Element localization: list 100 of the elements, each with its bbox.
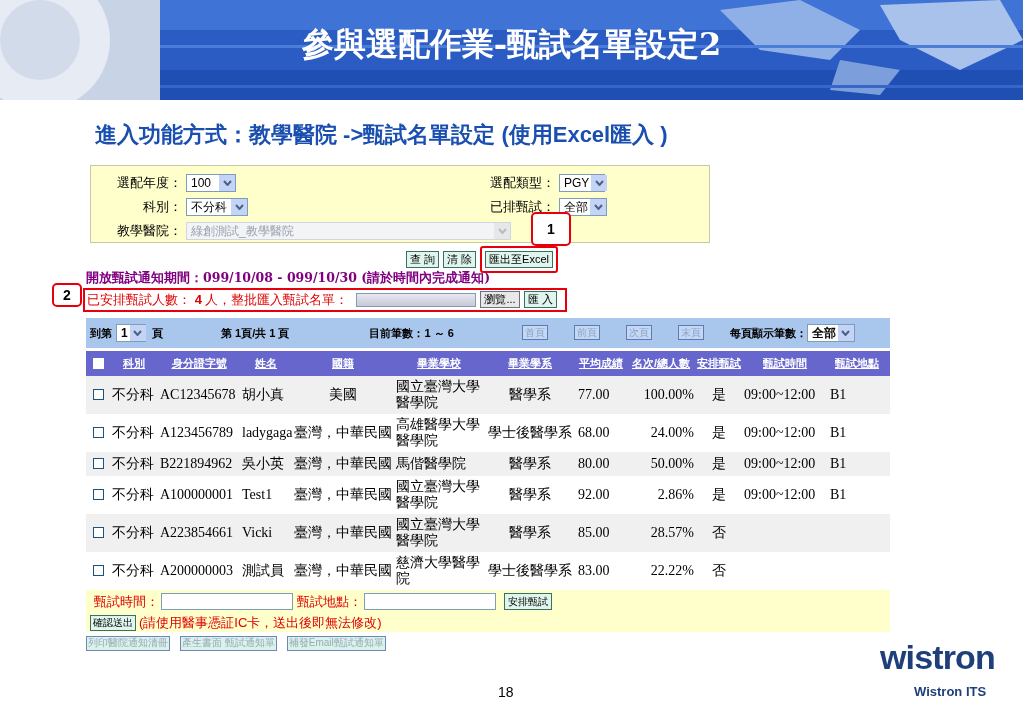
caret-icon[interactable] — [234, 204, 244, 210]
dropdown[interactable]: 100 — [186, 174, 236, 192]
table-cell: 否 — [712, 524, 726, 540]
dropdown[interactable]: 全部 — [806, 323, 855, 342]
table-cell: A100000001 — [160, 486, 234, 502]
column-header[interactable]: 畢業學系 — [508, 357, 552, 370]
table-cell: B1 — [830, 386, 847, 402]
column-header[interactable]: 科別 — [123, 357, 145, 370]
table-cell: 醫學系 — [509, 455, 551, 471]
table-row[interactable]: 不分科 AC12345678 胡小真 美國 國立臺灣大學醫學院 醫學系 77.00 100.00% 是 09:00~12:00 B1 — [86, 375, 890, 414]
column-header[interactable]: 姓名 — [255, 357, 277, 370]
import-label: 已安排甄試人數： 4 人，整批匯入甄試名單： — [87, 291, 349, 309]
table-cell: 80.00 — [578, 455, 610, 471]
table-cell: 不分科 — [112, 524, 154, 540]
table-cell: 50.00% — [650, 455, 694, 471]
logo-wordmark: wistron — [880, 640, 995, 674]
table-cell: 醫學系 — [509, 386, 551, 402]
checkbox[interactable] — [92, 427, 104, 439]
action-button[interactable]: 匯出至Excel — [485, 250, 553, 268]
caret-icon[interactable] — [593, 204, 603, 210]
table-cell: 不分科 — [112, 562, 154, 578]
arrange-button[interactable]: 安排甄試 — [504, 593, 552, 610]
column-header[interactable]: 名次/總人數 — [631, 357, 691, 370]
callout-badge: 1 — [531, 212, 571, 246]
checkbox[interactable] — [92, 489, 104, 501]
slide-subtitle: 進入功能方式：教學醫院 ->甄試名單設定 (使用Excel匯入 ) — [95, 121, 668, 149]
dropdown[interactable]: PGY — [559, 174, 605, 192]
caret-icon[interactable] — [222, 180, 232, 186]
checkbox[interactable] — [92, 458, 104, 470]
column-header[interactable]: 身分證字號 — [171, 357, 227, 370]
caret-icon[interactable] — [133, 329, 143, 336]
table-cell: 學士後醫學系 — [488, 424, 572, 440]
table-cell: 83.00 — [578, 562, 610, 578]
table-cell: A200000003 — [160, 562, 234, 578]
table-cell: 是 — [712, 424, 726, 440]
table-cell: 68.00 — [578, 424, 610, 440]
notice-text: 開放甄試通知期間：099/10/08 - 099/10/30 (請於時間內完成通知) — [86, 269, 492, 287]
table-cell: 學士後醫學系 — [488, 562, 572, 578]
table-cell: AC12345678 — [160, 386, 236, 402]
column-header[interactable]: 甄試時間 — [763, 357, 807, 370]
table-cell: 臺灣，中華民國 — [294, 424, 392, 440]
callout-badge: 2 — [52, 283, 82, 307]
checkbox[interactable] — [92, 527, 104, 539]
browse-button[interactable]: 瀏覽... — [480, 291, 520, 309]
table-cell: 09:00~12:00 — [744, 455, 816, 471]
table-cell: A123456789 — [160, 424, 234, 440]
column-header[interactable]: 平均成績 — [579, 357, 623, 370]
table-cell: 高雄醫學大學醫學院 — [396, 416, 480, 448]
field-label: 甄試地點： — [297, 592, 362, 611]
field-label: 選配年度： — [116, 174, 183, 193]
table-cell: 是 — [712, 486, 726, 502]
page-number: 18 — [498, 683, 514, 702]
table-cell: 測試員 — [242, 562, 284, 578]
table-cell: 是 — [712, 455, 726, 471]
column-header[interactable]: 甄試地點 — [835, 357, 879, 370]
table-cell: 92.00 — [578, 486, 610, 502]
field-label: 科別： — [142, 198, 183, 217]
dropdown[interactable]: 全部 — [559, 198, 607, 216]
table-cell: 77.00 — [578, 386, 610, 402]
table-cell: 慈濟大學醫學院 — [396, 554, 480, 586]
table-cell: 不分科 — [112, 486, 154, 502]
table-cell: 不分科 — [112, 455, 154, 471]
column-header[interactable]: 畢業學校 — [417, 357, 461, 370]
table-row[interactable]: 不分科 B221894962 吳小英 臺灣，中華民國 馬偕醫學院 醫學系 80.00 50.00% 是 09:00~12:00 B1 — [86, 451, 890, 476]
import-button[interactable]: 匯 入 — [523, 291, 557, 309]
paging-label: 每頁顯示筆數： — [729, 325, 807, 341]
dropdown[interactable]: 1 — [116, 323, 146, 342]
paging-label: 頁 — [152, 325, 163, 341]
submit-button[interactable]: 確認送出 — [90, 615, 136, 631]
action-button[interactable]: 清 除 — [443, 250, 477, 268]
dropdown[interactable]: 不分科 — [186, 198, 248, 216]
action-button[interactable]: 查 詢 — [405, 250, 440, 268]
table-cell: 國立臺灣大學醫學院 — [396, 378, 480, 410]
table-cell: 24.00% — [650, 424, 694, 440]
caret-icon[interactable] — [594, 180, 604, 186]
table-cell: 85.00 — [578, 524, 610, 540]
input-field[interactable] — [161, 593, 293, 610]
table-cell: 2.86% — [657, 486, 694, 502]
table-cell: B1 — [830, 455, 847, 471]
table-cell: B1 — [830, 424, 847, 440]
column-header[interactable]: 安排甄試 — [697, 357, 741, 370]
table-cell: 馬偕醫學院 — [396, 455, 466, 471]
file-field[interactable] — [356, 292, 477, 307]
column-header[interactable]: 國籍 — [332, 357, 354, 370]
table-cell: 09:00~12:00 — [744, 486, 816, 502]
table-cell: 否 — [712, 562, 726, 578]
table-cell: 臺灣，中華民國 — [294, 562, 392, 578]
logo-tagline: Wistron ITS — [914, 683, 987, 701]
input-field[interactable] — [364, 593, 496, 610]
field-label: 教學醫院： — [116, 222, 183, 241]
table-cell: 28.57% — [650, 524, 694, 540]
checkbox[interactable] — [92, 389, 104, 401]
table-cell: A223854661 — [160, 524, 234, 540]
table-cell: 不分科 — [112, 386, 154, 402]
checkbox[interactable] — [92, 565, 104, 577]
caret-icon[interactable] — [841, 329, 851, 336]
field-label: 選配類型： — [490, 174, 556, 193]
table-cell: 是 — [712, 386, 726, 402]
table-cell: 醫學系 — [509, 486, 551, 502]
table-cell: 臺灣，中華民國 — [294, 455, 392, 471]
